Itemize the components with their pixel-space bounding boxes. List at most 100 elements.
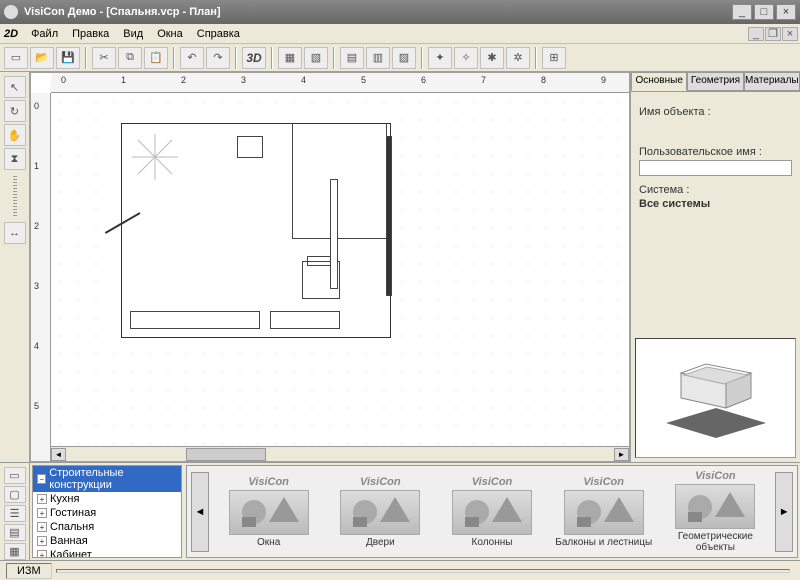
- tool-button-5[interactable]: ▨: [392, 47, 416, 69]
- catalog-thumb-icon: [340, 490, 420, 535]
- new-button[interactable]: ▭: [4, 47, 28, 69]
- copy-button[interactable]: ⧉: [118, 47, 142, 69]
- bed-object[interactable]: [292, 124, 387, 239]
- catalog-item-windows[interactable]: VisiCon Окна: [217, 476, 321, 548]
- main-toolbar: ▭ 📂 💾 ✂ ⧉ 📋 ↶ ↷ 3D ▦ ▧ ▤ ▥ ▨ ✦ ✧ ✱ ✲ ⊞: [0, 44, 800, 72]
- status-bar: ИЗМ: [0, 560, 800, 580]
- mdi-restore-button[interactable]: ❐: [765, 27, 781, 41]
- desk-object[interactable]: [270, 311, 340, 329]
- scroll-right-button[interactable]: ►: [614, 448, 629, 461]
- tool-button-4[interactable]: ▥: [366, 47, 390, 69]
- catalog-logo: VisiCon: [552, 476, 656, 488]
- tool-button-1[interactable]: ▦: [278, 47, 302, 69]
- tree-item-living[interactable]: +Гостиная: [33, 506, 181, 520]
- mdi-close-button[interactable]: ×: [782, 27, 798, 41]
- tab-main[interactable]: Основные: [631, 72, 687, 91]
- catalog-logo: VisiCon: [664, 470, 768, 482]
- cat-tool-4[interactable]: ▤: [4, 524, 26, 541]
- tv-object[interactable]: [237, 136, 263, 158]
- expand-icon[interactable]: +: [37, 536, 47, 546]
- undo-button[interactable]: ↶: [180, 47, 204, 69]
- left-toolbox: ↖ ↻ ✋ ⧗ ↔: [0, 72, 30, 462]
- select-tool[interactable]: ↖: [4, 76, 26, 98]
- tool-button-2[interactable]: ▧: [304, 47, 328, 69]
- expand-icon[interactable]: +: [37, 522, 47, 532]
- paste-button[interactable]: 📋: [144, 47, 168, 69]
- ruler-v-tick: 1: [34, 161, 39, 171]
- catalog-item-columns[interactable]: VisiCon Колонны: [440, 476, 544, 548]
- tool-button-3[interactable]: ▤: [340, 47, 364, 69]
- catalog-tree[interactable]: −Строительные конструкции +Кухня +Гостин…: [32, 465, 182, 558]
- pan-tool[interactable]: ✋: [4, 124, 26, 146]
- lamp-object[interactable]: [130, 132, 180, 182]
- scroll-thumb[interactable]: [186, 448, 266, 461]
- save-button[interactable]: 💾: [56, 47, 80, 69]
- catalog-logo: VisiCon: [328, 476, 432, 488]
- view-3d-button[interactable]: 3D: [242, 47, 266, 69]
- snap-button-1[interactable]: ✦: [428, 47, 452, 69]
- ruler-h-tick: 3: [241, 75, 246, 85]
- menu-edit[interactable]: Правка: [65, 26, 116, 42]
- plan-canvas[interactable]: 0 1 2 3 4 5 6 7 8 9 0 1 2 3 4 5: [30, 72, 630, 462]
- menu-windows[interactable]: Окна: [150, 26, 190, 42]
- wardrobe-object[interactable]: [130, 311, 260, 329]
- redo-button[interactable]: ↷: [206, 47, 230, 69]
- system-value: Все системы: [639, 198, 792, 210]
- mirror-tool[interactable]: ⧗: [4, 148, 26, 170]
- snap-button-3[interactable]: ✱: [480, 47, 504, 69]
- scroll-left-button[interactable]: ◄: [51, 448, 66, 461]
- expand-icon[interactable]: +: [37, 550, 47, 558]
- menu-file[interactable]: Файл: [24, 26, 65, 42]
- system-label: Система :: [639, 184, 792, 196]
- menu-help[interactable]: Справка: [190, 26, 247, 42]
- preview-3d[interactable]: [635, 338, 796, 458]
- window-object[interactable]: [386, 136, 392, 296]
- rotate-tool[interactable]: ↻: [4, 100, 26, 122]
- grid-button[interactable]: ⊞: [542, 47, 566, 69]
- room-outline[interactable]: [111, 113, 401, 348]
- catalog-item-stairs[interactable]: VisiCon Балконы и лестницы: [552, 476, 656, 548]
- catalog-thumb-icon: [229, 490, 309, 535]
- measure-tool[interactable]: ↔: [4, 222, 26, 244]
- properties-tabs: Основные Геометрия Материалы: [631, 72, 800, 92]
- menu-view[interactable]: Вид: [116, 26, 150, 42]
- snap-button-4[interactable]: ✲: [506, 47, 530, 69]
- catalog-item-geometry[interactable]: VisiCon Геометрические объекты: [664, 470, 768, 553]
- ruler-v-tick: 0: [34, 101, 39, 111]
- tree-item-label: Кабинет: [50, 549, 92, 558]
- tab-materials[interactable]: Материалы: [744, 72, 800, 91]
- scrollbar-horizontal[interactable]: ◄ ►: [51, 446, 629, 461]
- tree-item-kitchen[interactable]: +Кухня: [33, 492, 181, 506]
- expand-icon[interactable]: +: [37, 494, 47, 504]
- cat-tool-3[interactable]: ☰: [4, 505, 26, 522]
- maximize-button[interactable]: □: [754, 4, 774, 20]
- mdi-minimize-button[interactable]: _: [748, 27, 764, 41]
- snap-button-2[interactable]: ✧: [454, 47, 478, 69]
- expand-icon[interactable]: +: [37, 508, 47, 518]
- toolbox-handle[interactable]: [13, 176, 17, 216]
- tree-item-bathroom[interactable]: +Ванная: [33, 534, 181, 548]
- catalog-logo: VisiCon: [440, 476, 544, 488]
- catalog-item-doors[interactable]: VisiCon Двери: [328, 476, 432, 548]
- catalog-next-button[interactable]: ►: [775, 472, 793, 552]
- plan-surface[interactable]: [51, 93, 629, 446]
- door-object[interactable]: [105, 212, 141, 234]
- tree-item-bedroom[interactable]: +Спальня: [33, 520, 181, 534]
- ruler-h-tick: 6: [421, 75, 426, 85]
- tree-item-constructions[interactable]: −Строительные конструкции: [33, 466, 181, 492]
- close-button[interactable]: ×: [776, 4, 796, 20]
- open-button[interactable]: 📂: [30, 47, 54, 69]
- shelf-object[interactable]: [330, 179, 338, 289]
- user-name-input[interactable]: [639, 160, 792, 176]
- minimize-button[interactable]: _: [732, 4, 752, 20]
- tab-geometry[interactable]: Геометрия: [687, 72, 743, 91]
- collapse-icon[interactable]: −: [37, 474, 46, 484]
- cat-tool-2[interactable]: ▢: [4, 486, 26, 503]
- cat-tool-5[interactable]: ▦: [4, 543, 26, 560]
- status-empty: [56, 569, 790, 573]
- catalog-prev-button[interactable]: ◄: [191, 472, 209, 552]
- cut-button[interactable]: ✂: [92, 47, 116, 69]
- ruler-h-tick: 9: [601, 75, 606, 85]
- tree-item-office[interactable]: +Кабинет: [33, 548, 181, 558]
- cat-tool-1[interactable]: ▭: [4, 467, 26, 484]
